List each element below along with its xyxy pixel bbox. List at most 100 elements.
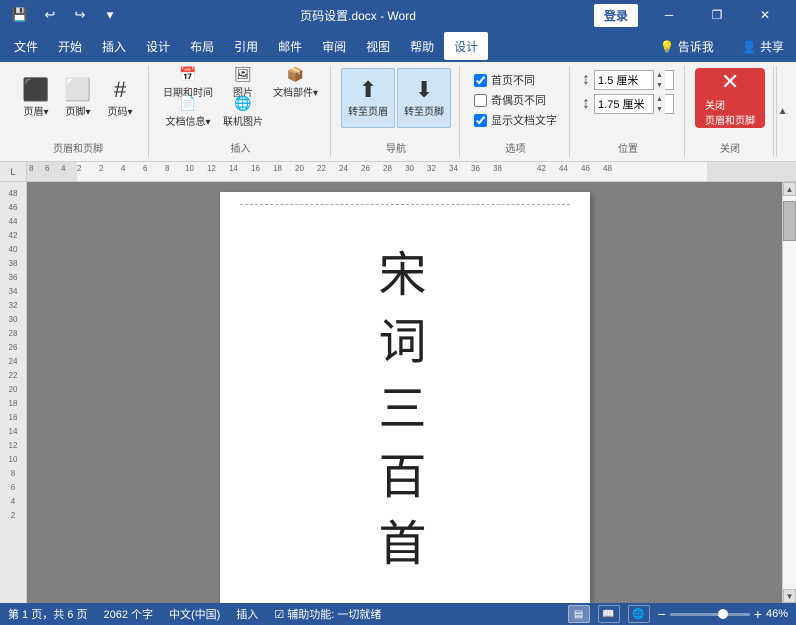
- position-group-label: 位置: [618, 140, 638, 155]
- goto-header-btn[interactable]: ⬆ 转至页眉: [341, 68, 395, 128]
- ribbon-content: ⬛ 页眉▾ ⬜ 页脚▾ # 页码▾ 页眉和页脚: [0, 62, 796, 161]
- position-bottom-down[interactable]: ▼: [654, 104, 665, 114]
- docinfo-btn[interactable]: 📄 文档信息▾: [159, 97, 217, 125]
- vruler-4: 4: [11, 494, 15, 508]
- zoom-slider[interactable]: [670, 613, 750, 616]
- more-quick-btn[interactable]: ▾: [98, 3, 122, 27]
- close-group-label: 关闭: [720, 140, 740, 155]
- word-count: 2062 个字: [103, 606, 153, 622]
- vruler-20: 20: [9, 382, 18, 396]
- restore-btn[interactable]: ❐: [694, 0, 740, 30]
- page-1-title: 宋词三百首: [250, 222, 560, 598]
- first-page-checkbox[interactable]: [474, 74, 487, 87]
- zoom-area: − + 46%: [658, 607, 788, 621]
- main-area: 48 46 44 42 40 38 36 34 32 30 28 26 24 2…: [0, 182, 796, 603]
- login-button[interactable]: 登录: [594, 4, 638, 27]
- scroll-up-btn[interactable]: ▲: [783, 182, 796, 196]
- options-group-label: 选项: [506, 140, 526, 155]
- position-top-input[interactable]: [595, 74, 653, 86]
- close-header-footer-icon: ✕: [721, 69, 739, 95]
- footer-btn[interactable]: ⬜ 页脚▾: [58, 68, 98, 128]
- image-icon: 🖼: [234, 66, 252, 83]
- goto-footer-icon: ⬇: [415, 79, 433, 101]
- page-num-btn[interactable]: # 页码▾: [100, 68, 140, 128]
- header-btn[interactable]: ⬛ 页眉▾: [16, 68, 56, 128]
- menu-review[interactable]: 审阅: [312, 32, 356, 60]
- docparts-label: 文档部件▾: [273, 84, 318, 99]
- status-bar: 第 1 页，共 6 页 2062 个字 中文(中国) 插入 ☑ 辅助功能: 一切…: [0, 603, 796, 625]
- scroll-track[interactable]: [783, 196, 796, 589]
- horizontal-ruler: 8 6 4 2 2 4 6 8 10 12 14 16 18 20 22 24 …: [27, 162, 796, 181]
- vertical-ruler: 48 46 44 42 40 38 36 34 32 30 28 26 24 2…: [0, 182, 27, 603]
- menu-insert[interactable]: 插入: [92, 32, 136, 60]
- goto-footer-btn[interactable]: ⬇ 转至页脚: [397, 68, 451, 128]
- position-row-2: ↕ ▲ ▼: [582, 94, 674, 114]
- position-bottom-input[interactable]: [595, 98, 653, 110]
- vruler-42: 42: [9, 228, 18, 242]
- show-text-checkbox[interactable]: [474, 114, 487, 127]
- read-mode-btn[interactable]: 📖: [598, 605, 620, 623]
- menu-mail[interactable]: 邮件: [268, 32, 312, 60]
- odd-even-checkbox[interactable]: [474, 94, 487, 107]
- vruler-36: 36: [9, 270, 18, 284]
- menu-view[interactable]: 视图: [356, 32, 400, 60]
- menu-design-active[interactable]: 设计: [444, 32, 488, 60]
- image-btn[interactable]: 🖼 图片: [219, 68, 267, 96]
- datetime-icon: 📅: [179, 66, 196, 83]
- odd-even-check[interactable]: 奇偶页不同: [474, 92, 557, 108]
- menu-help[interactable]: 帮助: [400, 32, 444, 60]
- share-btn[interactable]: 👤 共享: [734, 35, 792, 58]
- undo-btn[interactable]: ↩: [38, 3, 62, 27]
- position-top-wrap: ▲ ▼: [594, 70, 674, 90]
- zoom-minus-btn[interactable]: −: [658, 607, 666, 621]
- vruler-34: 34: [9, 284, 18, 298]
- zoom-plus-btn[interactable]: +: [754, 607, 762, 621]
- ribbon-scroll-btn[interactable]: ▲: [776, 66, 788, 157]
- header-footer-items: ⬛ 页眉▾ ⬜ 页脚▾ # 页码▾: [16, 68, 140, 138]
- print-layout-btn[interactable]: ▤: [568, 605, 590, 623]
- position-bottom-up[interactable]: ▲: [654, 94, 665, 104]
- position-top-up[interactable]: ▲: [654, 70, 665, 80]
- status-right: ▤ 📖 🌐 − + 46%: [568, 605, 788, 623]
- page-num-icon: #: [114, 79, 126, 101]
- ribbon-checks: 首页不同 奇偶页不同 显示文档文字: [470, 68, 561, 132]
- position-top-down[interactable]: ▼: [654, 80, 665, 90]
- show-text-check[interactable]: 显示文档文字: [474, 112, 557, 128]
- page1-header-area: [240, 200, 570, 205]
- position-bottom-wrap: ▲ ▼: [594, 94, 674, 114]
- docinfo-label: 文档信息▾: [165, 113, 210, 128]
- menu-bar: 文件 开始 插入 设计 布局 引用 邮件 审阅 视图 帮助 设计 💡 告诉我 👤…: [0, 30, 796, 62]
- position-items: ↕ ▲ ▼ ↕: [580, 68, 676, 138]
- menu-file[interactable]: 文件: [4, 32, 48, 60]
- close-header-footer-label: 关闭页眉和页脚: [705, 97, 755, 127]
- vruler-16: 16: [9, 410, 18, 424]
- vruler-22: 22: [9, 368, 18, 382]
- goto-header-label: 转至页眉: [348, 103, 388, 118]
- save-quick-btn[interactable]: 💾: [8, 3, 32, 27]
- menu-layout[interactable]: 布局: [180, 32, 224, 60]
- page-1: 宋词三百首 首页页脚: [220, 192, 590, 603]
- minimize-btn[interactable]: ─: [646, 0, 692, 30]
- nav-group-label: 导航: [386, 140, 406, 155]
- redo-btn[interactable]: ↪: [68, 3, 92, 27]
- first-page-label: 首页不同: [491, 72, 535, 88]
- scroll-thumb[interactable]: [783, 201, 796, 241]
- vruler-8: 8: [11, 466, 15, 480]
- zoom-thumb[interactable]: [718, 609, 728, 619]
- menu-start[interactable]: 开始: [48, 32, 92, 60]
- menu-reference[interactable]: 引用: [224, 32, 268, 60]
- docparts-btn[interactable]: 📦 文档部件▾: [269, 68, 322, 96]
- footer-label: 页脚▾: [65, 103, 90, 118]
- tell-me-btn[interactable]: 💡 告诉我: [651, 35, 721, 58]
- menu-design-doc[interactable]: 设计: [136, 32, 180, 60]
- close-header-footer-btn[interactable]: ✕ 关闭页眉和页脚: [695, 68, 765, 128]
- datetime-btn[interactable]: 📅 日期和时间: [159, 68, 217, 96]
- online-image-btn[interactable]: 🌐 联机图片: [219, 97, 267, 125]
- odd-even-label: 奇偶页不同: [491, 92, 546, 108]
- first-page-check[interactable]: 首页不同: [474, 72, 557, 88]
- web-view-btn[interactable]: 🌐: [628, 605, 650, 623]
- app: 💾 ↩ ↪ ▾ 页码设置.docx - Word 登录 ─ ❐ ✕ 文件 开始 …: [0, 0, 796, 625]
- pages-area[interactable]: 宋词三百首 首页页脚 青萍盏·红楼别夜堪惆怅 3: [27, 182, 782, 603]
- scroll-down-btn[interactable]: ▼: [783, 589, 796, 603]
- close-btn[interactable]: ✕: [742, 0, 788, 30]
